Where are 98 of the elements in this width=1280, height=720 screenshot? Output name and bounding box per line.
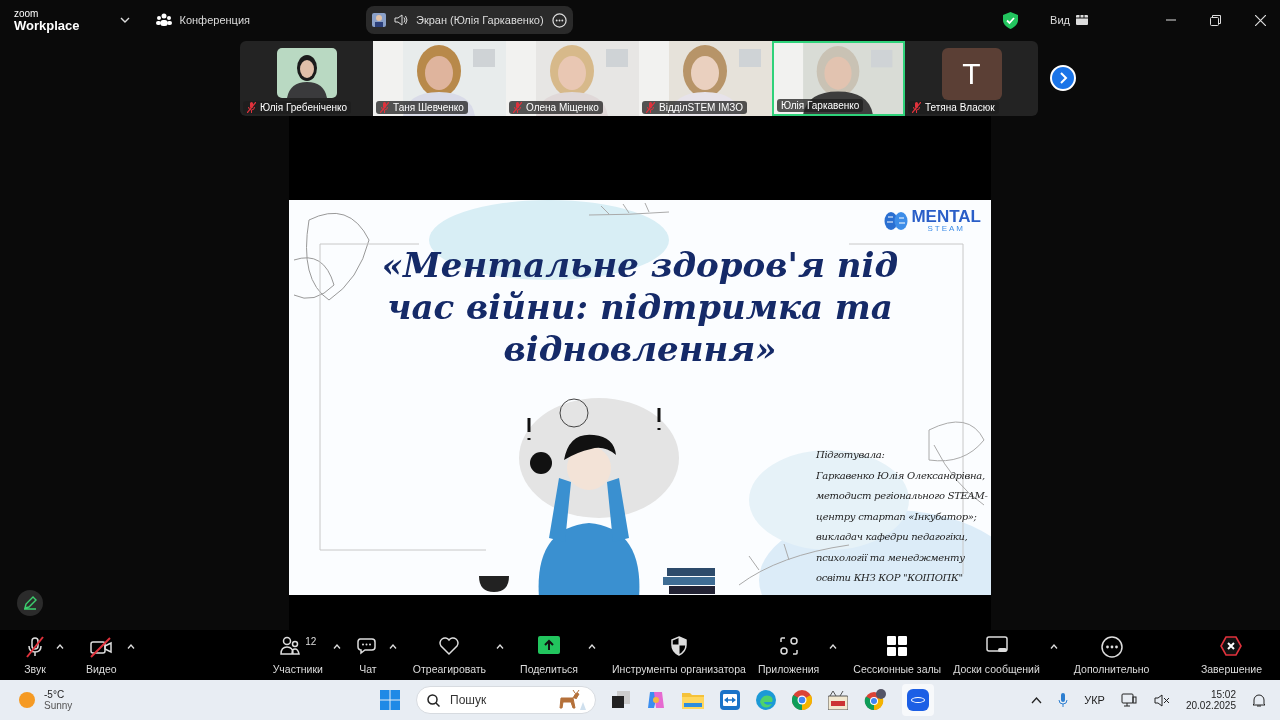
logo-subtext: STEAM <box>926 225 966 233</box>
restore-icon[interactable] <box>1210 14 1221 26</box>
caret-up-icon[interactable] <box>56 643 64 649</box>
toolbar-button[interactable]: Звук <box>20 635 50 675</box>
next-page-button[interactable] <box>1050 65 1076 91</box>
author-text: викладач кафедри педагогіки, <box>816 530 969 544</box>
copilot-icon[interactable] <box>646 690 666 710</box>
presenter-avatar-icon <box>372 13 386 27</box>
apps-icon <box>778 635 799 656</box>
chevron-down-icon[interactable] <box>119 17 130 23</box>
zoom-app-button[interactable] <box>902 684 934 716</box>
share-label: Экран (Юлія Гаркавенко) <box>416 14 544 26</box>
logo-small-text: zoom <box>14 8 40 19</box>
toolbar-button[interactable]: 12 Участники <box>268 635 327 675</box>
chrome-browser-icon[interactable] <box>792 690 812 710</box>
participant-name: ВідділSTEM ІМЗО <box>659 101 743 113</box>
toolbar-button[interactable]: Дополнительно <box>1069 635 1154 675</box>
caret-up-icon[interactable] <box>332 643 341 649</box>
monitor-icon <box>985 635 1008 654</box>
chevron-right-icon <box>1058 72 1068 84</box>
view-grid-icon <box>1076 15 1088 25</box>
more-icon <box>1100 635 1123 658</box>
author-text: психології та менеджменту <box>816 550 966 565</box>
temperature: -5°C <box>44 689 66 700</box>
weather-text: Sunny <box>44 700 73 711</box>
chat-icon <box>356 635 379 656</box>
language-indicator[interactable]: УКР <box>1084 694 1105 706</box>
pencil-icon <box>23 596 37 610</box>
caret-up-icon[interactable] <box>388 643 397 649</box>
network-icon[interactable] <box>1120 692 1138 708</box>
participant-tile[interactable]: Юлія Гаркавенко <box>772 40 905 116</box>
avatar: T <box>941 47 1002 100</box>
author-text: освіти КНЗ КОР "КОІПОПК" <box>816 571 964 585</box>
search-field[interactable]: Пошук <box>448 692 545 708</box>
author-text: Підготувала: <box>816 448 886 462</box>
search-icon <box>427 693 440 707</box>
shield-check-icon[interactable] <box>1003 11 1019 29</box>
participant-name: Юлія Гребеніченко <box>260 101 348 113</box>
clock-time[interactable]: 15:02 <box>1210 689 1236 700</box>
annotate-button[interactable] <box>17 590 43 616</box>
toolbar-button[interactable]: Доски сообщений <box>949 635 1044 675</box>
screen-share-pill[interactable]: Экран (Юлія Гаркавенко) <box>366 6 573 34</box>
people-icon <box>279 635 302 656</box>
shield-icon <box>669 635 688 656</box>
participant-name: Таня Шевченко <box>393 101 464 113</box>
meeting-info-button[interactable]: Конференция <box>155 13 250 27</box>
participant-count: 12 <box>305 635 317 647</box>
logo-text: Workplace <box>14 18 80 32</box>
heart-icon <box>438 635 461 656</box>
media-player-icon[interactable] <box>828 690 848 710</box>
slide-title: «Ментальне здоров'я під час війни: підтримка та відновлення» <box>380 244 900 370</box>
toolbar-button[interactable]: Чат <box>352 635 383 675</box>
participant-tile[interactable]: Таня Шевченко <box>373 40 506 116</box>
search-bar[interactable]: Пошук <box>416 686 596 714</box>
toolbar-button[interactable]: Отреагировать <box>408 635 491 675</box>
microphone-icon[interactable] <box>1058 692 1069 708</box>
caret-up-icon[interactable] <box>496 643 505 649</box>
end-meeting-icon <box>1220 635 1243 656</box>
toolbar-button[interactable]: Поделиться <box>516 635 583 675</box>
participant-tile[interactable]: Олена Міщенко <box>506 40 639 116</box>
grid-icon <box>887 635 908 656</box>
zoom-app-icon <box>907 689 929 711</box>
brain-icon <box>884 210 909 231</box>
logo-text: MENTAL <box>911 208 981 225</box>
participant-tile[interactable]: Юлія Гребеніченко <box>240 40 373 116</box>
chrome-browser-icon[interactable] <box>864 689 886 711</box>
close-icon[interactable] <box>1255 14 1266 26</box>
participant-name: Тетяна Власюк <box>925 101 995 113</box>
share-screen-icon <box>538 635 561 654</box>
participant-name: Юлія Гаркавенко <box>781 99 860 111</box>
caret-up-icon[interactable] <box>829 643 838 649</box>
more-icon[interactable] <box>551 12 567 28</box>
caret-up-icon[interactable] <box>1049 643 1058 649</box>
chevron-up-icon[interactable] <box>1031 696 1043 704</box>
caret-up-icon[interactable] <box>126 643 135 649</box>
author-text: центру стартап «Інкубатор»; <box>816 509 978 524</box>
clock-date[interactable]: 20.02.2025 <box>1185 700 1236 711</box>
folder-icon[interactable] <box>682 691 704 709</box>
speaker-icon[interactable] <box>394 14 408 26</box>
people-icon <box>155 13 172 27</box>
toolbar-button[interactable]: Видео <box>82 635 121 675</box>
toolbar-button[interactable]: Инструменты организатора <box>608 635 750 675</box>
author-text: Гаркавенко Юлія Олександрівна, <box>816 468 986 483</box>
participant-tile[interactable]: ВідділSTEM ІМЗО <box>639 40 772 116</box>
caret-up-icon[interactable] <box>588 643 597 649</box>
edge-browser-icon[interactable] <box>756 690 776 710</box>
toolbar-button[interactable]: Приложения <box>753 635 824 675</box>
toolbar-button[interactable]: Сессионные залы <box>849 635 946 675</box>
speaker-muted-icon[interactable] <box>1153 693 1170 707</box>
windows-start-icon[interactable] <box>380 690 400 710</box>
author-text: методист регіонального STEAM- <box>816 489 988 503</box>
participant-name: Олена Міщенко <box>526 101 599 113</box>
view-button[interactable]: Вид <box>1044 13 1094 27</box>
remote-app-icon[interactable] <box>720 690 740 710</box>
participant-tile[interactable]: T Тетяна Власюк <box>905 40 1038 116</box>
toolbar-button[interactable]: Завершение <box>1196 635 1266 675</box>
notification-bell-icon[interactable] <box>1252 692 1266 708</box>
task-view-icon[interactable] <box>612 691 630 709</box>
